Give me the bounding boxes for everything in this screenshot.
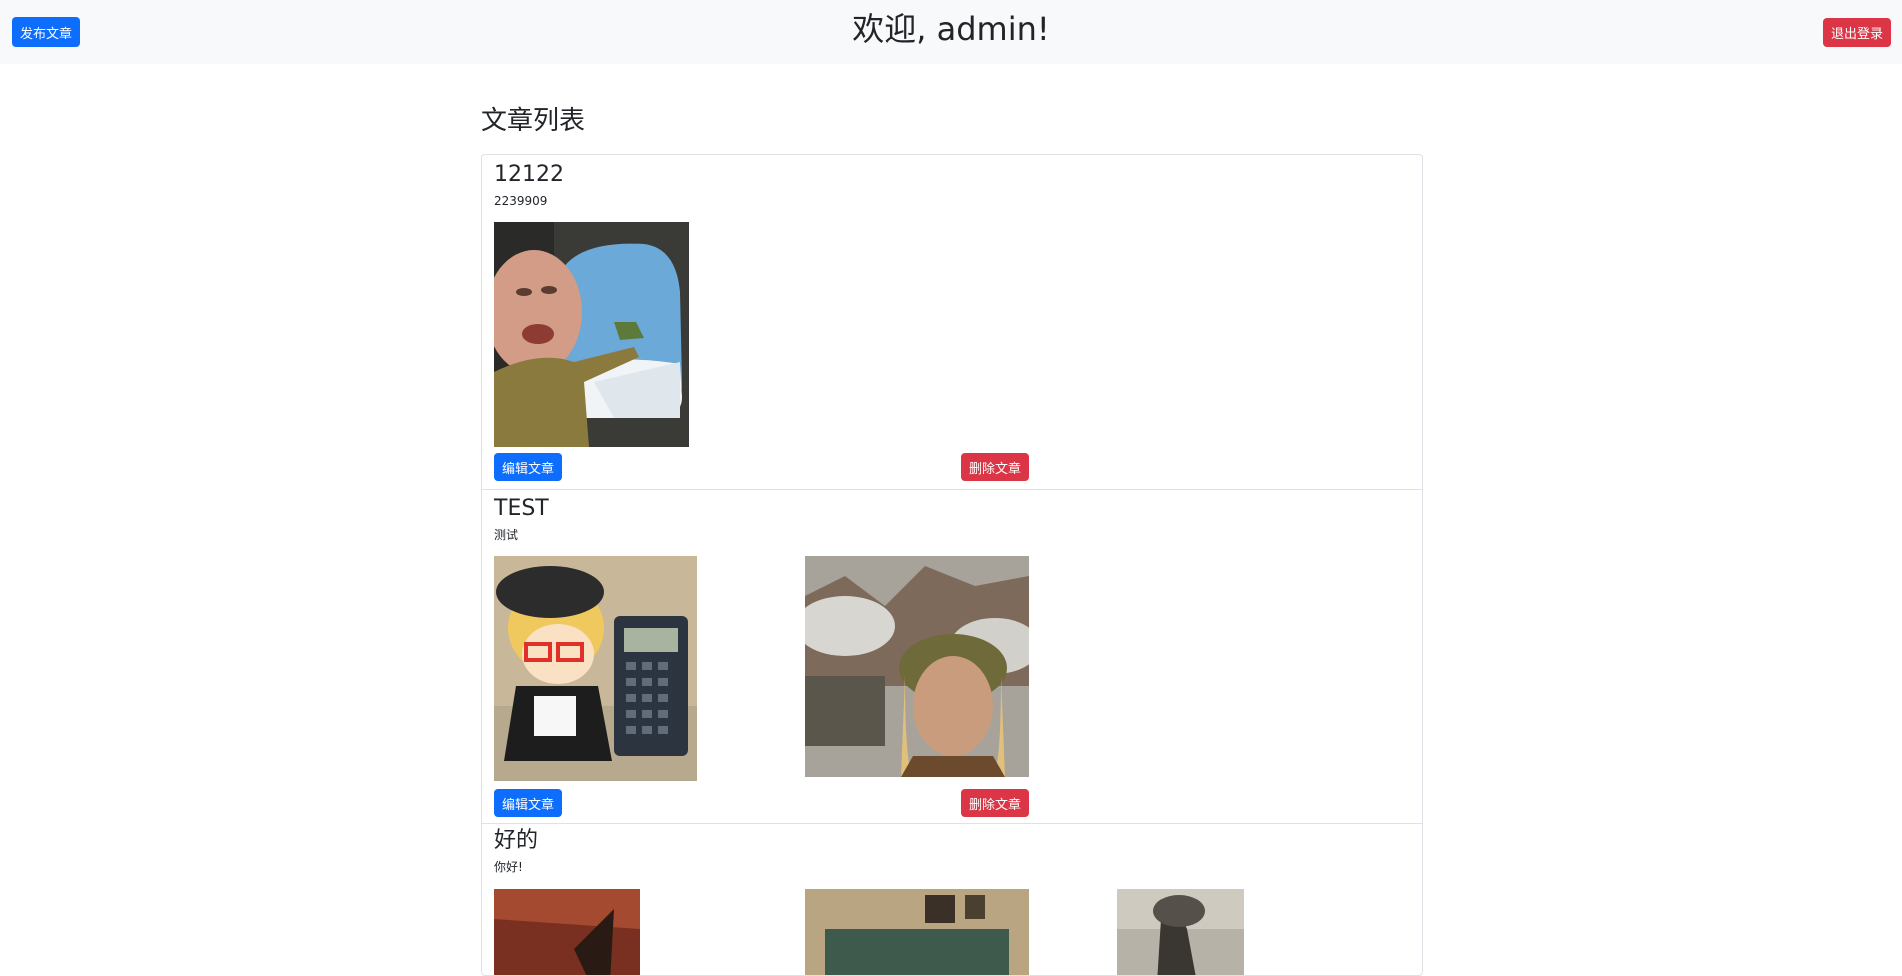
- article-image: [805, 889, 1029, 975]
- article-item: TEST 测试 编辑文章 删除文章: [482, 489, 1422, 824]
- article-title: 好的: [494, 828, 539, 853]
- article-title: 12122: [494, 162, 564, 187]
- article-image: [1117, 889, 1244, 975]
- article-image: [494, 222, 689, 447]
- article-content: 你好!: [494, 860, 523, 874]
- article-image: [805, 556, 1029, 777]
- delete-article-button[interactable]: 删除文章: [961, 453, 1029, 481]
- article-title: TEST: [494, 496, 549, 521]
- article-list: 12122 2239909 编辑文章 删除文章 TEST 测试 编辑文章 删除文…: [481, 154, 1423, 976]
- article-list-title: 文章列表: [481, 106, 586, 136]
- edit-article-button[interactable]: 编辑文章: [494, 453, 562, 481]
- top-navbar: 发布文章 欢迎, admin! 退出登录: [0, 0, 1902, 64]
- article-image: [494, 556, 697, 781]
- delete-article-button[interactable]: 删除文章: [961, 789, 1029, 817]
- edit-article-button[interactable]: 编辑文章: [494, 789, 562, 817]
- article-content: 2239909: [494, 194, 548, 208]
- article-item: 12122 2239909 编辑文章 删除文章: [482, 155, 1422, 490]
- logout-button[interactable]: 退出登录: [1823, 18, 1891, 47]
- welcome-heading: 欢迎, admin!: [852, 10, 1050, 48]
- article-item: 好的 你好!: [482, 823, 1422, 975]
- article-content: 测试: [494, 528, 519, 542]
- article-image: [494, 889, 640, 975]
